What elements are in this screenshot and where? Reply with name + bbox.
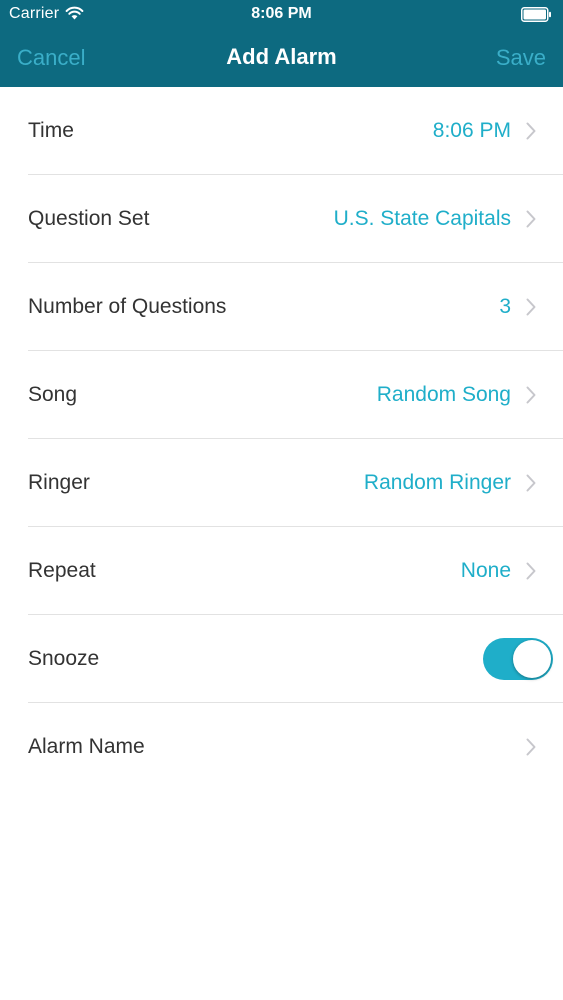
chevron-right-icon: [526, 298, 536, 316]
row-alarm-name[interactable]: Alarm Name: [0, 703, 563, 791]
chevron-right-icon: [526, 738, 536, 756]
row-question-set[interactable]: Question Set U.S. State Capitals: [0, 175, 563, 263]
row-time-value: 8:06 PM: [432, 119, 511, 142]
row-repeat-label: Repeat: [28, 559, 96, 582]
save-button[interactable]: Save: [496, 45, 546, 71]
chevron-right-icon: [526, 562, 536, 580]
row-ringer[interactable]: Ringer Random Ringer: [0, 439, 563, 527]
chevron-right-icon: [526, 474, 536, 492]
chevron-right-icon: [526, 122, 536, 140]
header: Carrier 8:06 PM Cancel Add Alarm Save: [0, 0, 563, 87]
row-alarm-name-label: Alarm Name: [28, 735, 145, 758]
row-snooze-label: Snooze: [28, 647, 100, 670]
row-ringer-label: Ringer: [28, 471, 90, 494]
row-song-value: Random Song: [376, 383, 511, 406]
row-repeat[interactable]: Repeat None: [0, 527, 563, 615]
row-repeat-value: None: [460, 559, 511, 582]
row-snooze: Snooze: [0, 615, 563, 703]
row-time-label: Time: [28, 119, 74, 142]
row-number-of-questions[interactable]: Number of Questions 3: [0, 263, 563, 351]
battery-icon: [521, 7, 551, 22]
row-ringer-value: Random Ringer: [363, 471, 511, 494]
chevron-right-icon: [526, 210, 536, 228]
snooze-toggle[interactable]: [483, 638, 553, 680]
row-song-label: Song: [28, 383, 78, 406]
navigation-bar: Cancel Add Alarm Save: [0, 30, 563, 87]
row-time[interactable]: Time 8:06 PM: [0, 87, 563, 175]
page-title: Add Alarm: [226, 44, 337, 69]
row-number-of-questions-label: Number of Questions: [28, 295, 227, 318]
status-time: 8:06 PM: [251, 5, 312, 22]
row-song[interactable]: Song Random Song: [0, 351, 563, 439]
row-number-of-questions-value: 3: [499, 295, 511, 318]
alarm-settings-list: Time 8:06 PM Question Set U.S. State Cap…: [0, 87, 563, 791]
status-bar: Carrier 8:06 PM: [0, 0, 563, 30]
row-question-set-value: U.S. State Capitals: [333, 207, 511, 230]
add-alarm-screen: Carrier 8:06 PM Cancel Add Alarm Save Ti…: [0, 0, 563, 1000]
chevron-right-icon: [526, 386, 536, 404]
row-question-set-label: Question Set: [28, 207, 150, 230]
snooze-toggle-knob: [513, 640, 551, 678]
